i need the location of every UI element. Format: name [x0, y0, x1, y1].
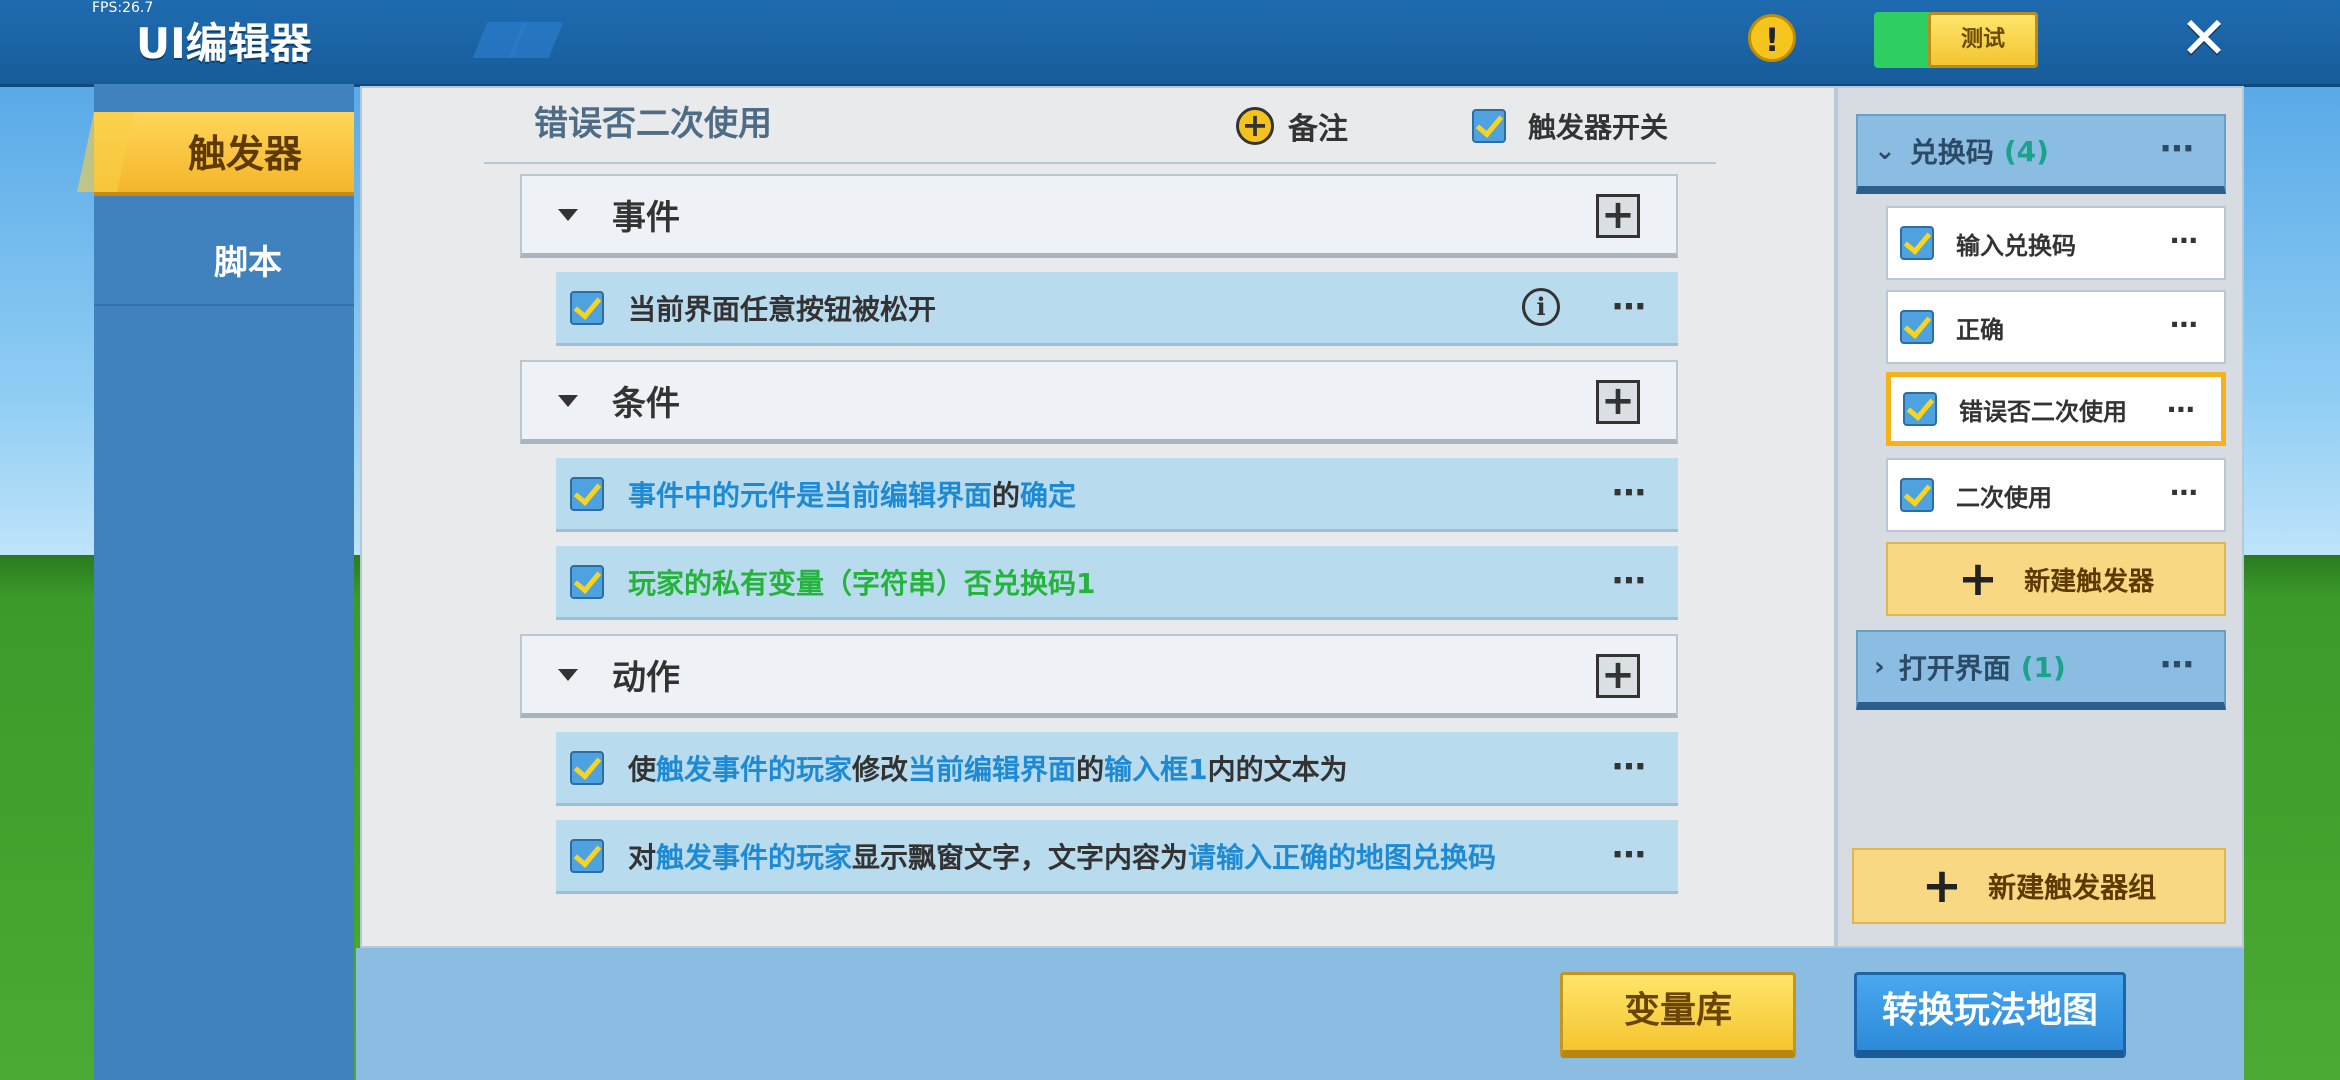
text-fragment: 显示飘窗文字，文字内容为	[852, 840, 1189, 874]
checkbox-checked-icon[interactable]	[570, 290, 604, 325]
chevron-down-icon[interactable]: ⌄	[1874, 136, 1896, 166]
checkbox-checked-icon[interactable]	[570, 564, 604, 599]
action-row[interactable]: 对触发事件的玩家显示飘窗文字，文字内容为请输入正确的地图兑换码 ⋯	[556, 820, 1678, 894]
more-icon[interactable]: ⋯	[2167, 395, 2197, 425]
trigger-name[interactable]: 错误否二次使用	[534, 96, 772, 145]
action-row[interactable]: 使触发事件的玩家修改当前编辑界面的输入框1内的文本为 ⋯	[556, 732, 1678, 806]
new-group-label: 新建触发器组	[1988, 871, 2157, 904]
checkbox-checked-icon[interactable]	[570, 838, 604, 873]
variables-button[interactable]: 变量库	[1560, 972, 1796, 1058]
text-fragment: 修改	[852, 752, 909, 786]
param-link[interactable]: 触发事件的玩家	[656, 753, 852, 786]
text-fragment: 使	[628, 752, 657, 786]
more-icon[interactable]: ⋯	[1612, 838, 1648, 872]
trigger-item-label: 输入兑换码	[1956, 231, 2076, 260]
text-fragment: 的	[1076, 752, 1105, 786]
more-icon[interactable]: ⋯	[1612, 564, 1648, 598]
more-icon[interactable]: ⋯	[2170, 226, 2200, 256]
more-icon[interactable]: ⋯	[1612, 750, 1648, 784]
more-icon[interactable]: ⋯	[2170, 478, 2200, 508]
trigger-item[interactable]: 正确 ⋯	[1886, 290, 2226, 364]
group-redeem-code[interactable]: ⌄ 兑换码 (4) ⋯	[1856, 114, 2226, 194]
plus-icon: +	[1921, 858, 1963, 914]
event-row[interactable]: 当前界面任意按钮被松开 i ⋯	[556, 272, 1678, 346]
section-event[interactable]: 事件 +	[520, 174, 1678, 258]
trigger-switch-label: 触发器开关	[1528, 111, 1669, 144]
param-link[interactable]: 触发事件的玩家	[656, 841, 852, 874]
caret-down-icon[interactable]	[558, 668, 578, 681]
caret-down-icon[interactable]	[558, 394, 578, 407]
trigger-item-label: 二次使用	[1956, 483, 2052, 512]
top-bar: FPS:26.7 UI编辑器 ! 测试 ✕	[0, 0, 2340, 87]
sidebar-item-scripts[interactable]: 脚本	[94, 226, 354, 306]
condition-text[interactable]: 玩家的私有变量（字符串）否兑换码1	[628, 562, 1095, 602]
test-button[interactable]: 测试	[1928, 12, 2038, 68]
event-text: 当前界面任意按钮被松开	[628, 292, 937, 326]
plus-circle-icon: +	[1236, 107, 1274, 145]
chevron-right-icon[interactable]: ›	[1874, 652, 1885, 682]
add-action-button[interactable]: +	[1596, 654, 1640, 698]
section-action-label: 动作	[612, 658, 680, 698]
checkbox-checked-icon[interactable]	[1472, 109, 1506, 143]
group-name: 兑换码	[1909, 136, 1994, 169]
note-label: 备注	[1288, 112, 1348, 147]
add-condition-button[interactable]: +	[1596, 380, 1640, 424]
checkbox-checked-icon[interactable]	[1903, 392, 1937, 426]
action-text: 使触发事件的玩家修改当前编辑界面的输入框1内的文本为	[628, 748, 1348, 788]
checkbox-checked-icon[interactable]	[1900, 478, 1934, 512]
section-event-label: 事件	[612, 198, 680, 238]
section-action[interactable]: 动作 +	[520, 634, 1678, 718]
param-link[interactable]: 请输入正确的地图兑换码	[1188, 841, 1496, 874]
new-trigger-group-button[interactable]: + 新建触发器组	[1852, 848, 2226, 924]
new-trigger-button[interactable]: + 新建触发器	[1886, 542, 2226, 616]
more-icon[interactable]: ⋯	[2160, 648, 2196, 682]
section-condition[interactable]: 条件 +	[520, 360, 1678, 444]
text-fragment: 内的文本为	[1207, 752, 1348, 786]
more-icon[interactable]: ⋯	[1612, 476, 1648, 510]
param-link[interactable]: 确定	[1020, 479, 1076, 512]
plus-icon: +	[1957, 551, 1999, 607]
action-text: 对触发事件的玩家显示飘窗文字，文字内容为请输入正确的地图兑换码	[628, 836, 1496, 876]
param-link[interactable]: 当前编辑界面	[908, 753, 1076, 786]
checkbox-checked-icon[interactable]	[570, 750, 604, 785]
checkbox-checked-icon[interactable]	[570, 476, 604, 511]
trigger-item-label: 正确	[1956, 315, 2004, 344]
condition-row[interactable]: 事件中的元件是当前编辑界面的确定 ⋯	[556, 458, 1678, 532]
caret-down-icon[interactable]	[558, 208, 578, 221]
param-link[interactable]: 事件中的元件是当前编辑界面	[628, 479, 992, 512]
divider	[484, 162, 1716, 164]
group-count: (1)	[2020, 650, 2066, 684]
more-icon[interactable]: ⋯	[2160, 132, 2196, 166]
checkbox-checked-icon[interactable]	[1900, 226, 1934, 260]
more-icon[interactable]: ⋯	[2170, 310, 2200, 340]
close-icon[interactable]: ✕	[2176, 8, 2232, 68]
warning-icon[interactable]: !	[1748, 14, 1796, 62]
note-button[interactable]: + 备注	[1236, 104, 1348, 148]
condition-text: 事件中的元件是当前编辑界面的确定	[628, 474, 1076, 514]
group-name: 打开界面	[1898, 652, 2011, 685]
section-condition-label: 条件	[612, 384, 680, 424]
sidebar-item-triggers[interactable]: 触发器	[94, 112, 354, 196]
convert-map-button[interactable]: 转换玩法地图	[1854, 972, 2126, 1058]
trigger-item-label: 错误否二次使用	[1959, 397, 2127, 426]
param-link[interactable]: 输入框1	[1104, 753, 1207, 786]
trigger-item[interactable]: 二次使用 ⋯	[1886, 458, 2226, 532]
text-fragment: 的	[992, 478, 1021, 512]
add-event-button[interactable]: +	[1596, 194, 1640, 238]
text-fragment: 对	[628, 840, 657, 874]
condition-row[interactable]: 玩家的私有变量（字符串）否兑换码1 ⋯	[556, 546, 1678, 620]
group-open-ui[interactable]: › 打开界面 (1) ⋯	[1856, 630, 2226, 710]
trigger-switch[interactable]: 触发器开关	[1472, 106, 1668, 146]
more-icon[interactable]: ⋯	[1612, 290, 1648, 324]
trigger-item-selected[interactable]: 错误否二次使用 ⋯	[1886, 372, 2226, 446]
app-title: UI编辑器	[136, 19, 312, 68]
info-icon[interactable]: i	[1522, 288, 1560, 326]
group-count: (4)	[2003, 134, 2049, 168]
new-trigger-label: 新建触发器	[2024, 566, 2155, 597]
trigger-item[interactable]: 输入兑换码 ⋯	[1886, 206, 2226, 280]
checkbox-checked-icon[interactable]	[1900, 310, 1934, 344]
